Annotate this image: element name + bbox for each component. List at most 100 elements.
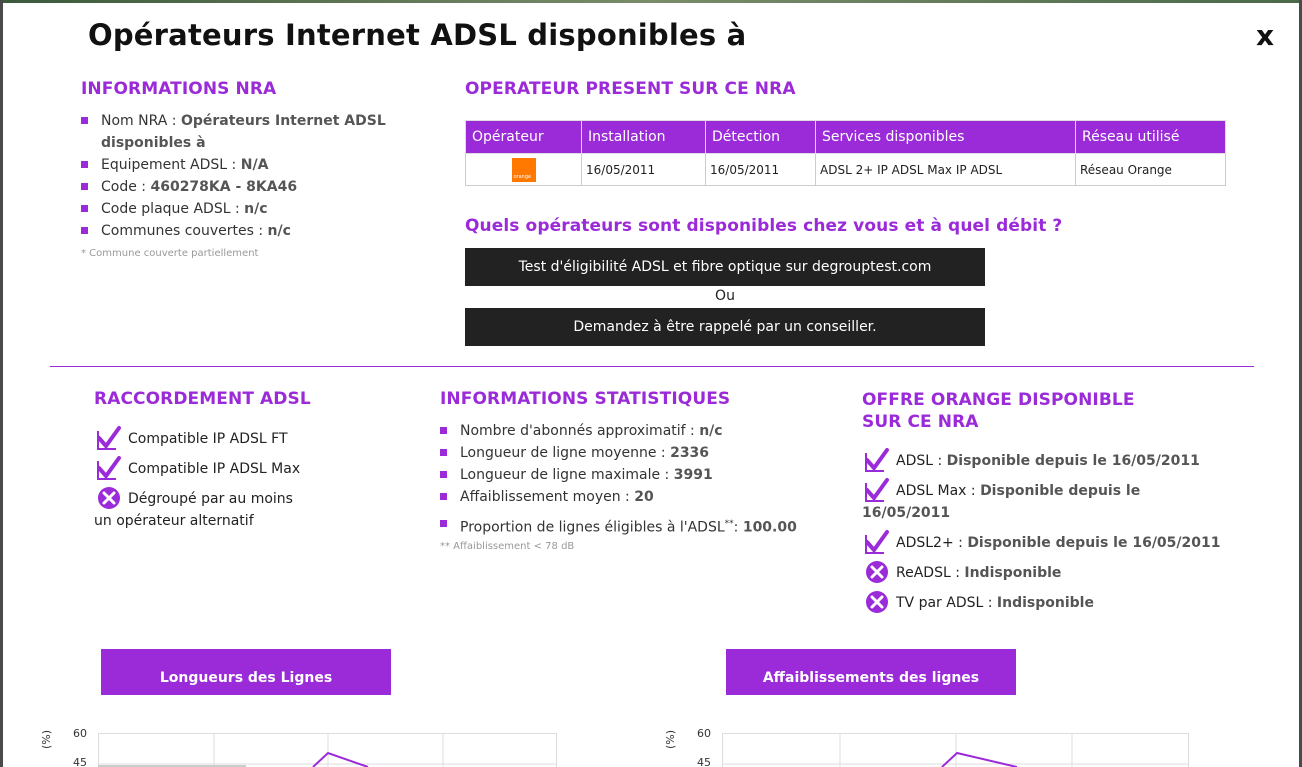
offre-label: TV par ADSL : bbox=[896, 595, 997, 611]
offre-list: ADSL : Disponible depuis le 16/05/2011 A… bbox=[862, 448, 1222, 622]
offre-label: ADSL2+ : bbox=[896, 535, 968, 551]
close-button[interactable]: x bbox=[1256, 20, 1274, 52]
nra-communes-label: Communes couvertes : bbox=[101, 223, 268, 239]
nra-name-label: Nom NRA : bbox=[101, 113, 181, 129]
offre-label: ADSL Max : bbox=[896, 483, 981, 499]
list-item: ADSL : Disponible depuis le 16/05/2011 bbox=[862, 448, 1222, 472]
cross-icon bbox=[866, 561, 888, 583]
longueurs-chart: (%) 60 45 bbox=[40, 725, 570, 767]
series-line bbox=[941, 751, 1018, 767]
nra-equipment-label: Equipement ADSL : bbox=[101, 157, 241, 173]
offre-label: ReADSL : bbox=[896, 565, 965, 581]
stats-proportion-row: Proportion de lignes éligibles à l'ADSL*… bbox=[440, 513, 820, 539]
stats-proportion-label: Proportion de lignes éligibles à l'ADSL bbox=[460, 519, 725, 536]
offre-value: Indisponible bbox=[996, 595, 1094, 611]
col-operateur: Opérateur bbox=[465, 120, 582, 154]
nra-code-value: 460278KA - 8KA46 bbox=[150, 179, 298, 195]
longueurs-chart-plot bbox=[98, 733, 557, 767]
list-item: ADSL2+ : Disponible depuis le 16/05/2011 bbox=[862, 530, 1222, 554]
col-installation: Installation bbox=[581, 120, 706, 154]
cross-icon bbox=[98, 487, 120, 509]
section-divider bbox=[50, 366, 1254, 367]
check-icon bbox=[97, 426, 121, 450]
stats-proportion-sup: ** bbox=[724, 519, 734, 529]
stats-maximale-label: Longueur de ligne maximale : bbox=[460, 467, 674, 483]
operator-table: Opérateur Installation Détection Service… bbox=[465, 120, 1226, 186]
affaiblissements-chart-plot bbox=[722, 733, 1189, 767]
list-item: Compatible IP ADSL Max bbox=[94, 456, 394, 480]
list-item: Dégroupé par au moins bbox=[94, 487, 394, 510]
raccordement-list: Compatible IP ADSL FT Compatible IP ADSL… bbox=[94, 426, 394, 532]
nra-code-row: Code : 460278KA - 8KA46 bbox=[81, 176, 401, 198]
list-item: ReADSL : Indisponible bbox=[862, 561, 1222, 584]
stats-affaib-value: 20 bbox=[634, 489, 654, 505]
stats-abonnes-label: Nombre d'abonnés approximatif : bbox=[460, 423, 700, 439]
nra-equipment-row: Equipement ADSL : N/A bbox=[81, 154, 401, 176]
affaiblissements-chart: (%) 60 45 bbox=[664, 725, 1194, 767]
nra-heading: INFORMATIONS NRA bbox=[81, 79, 277, 99]
list-item: TV par ADSL : Indisponible bbox=[862, 591, 1222, 614]
check-icon bbox=[865, 448, 889, 472]
y-tick-label: 45 bbox=[697, 756, 711, 767]
check-icon bbox=[97, 456, 121, 480]
col-detection: Détection bbox=[705, 120, 816, 154]
offre-heading-line2: SUR CE NRA bbox=[862, 412, 979, 432]
stats-moyenne-label: Longueur de ligne moyenne : bbox=[460, 445, 671, 461]
stats-footnote: ** Affaiblissement < 78 dB bbox=[440, 541, 575, 552]
callback-button[interactable]: Demandez à être rappelé par un conseille… bbox=[465, 308, 985, 346]
question-heading: Quels opérateurs sont disponibles chez v… bbox=[465, 216, 1063, 236]
raccordement-heading: RACCORDEMENT ADSL bbox=[94, 389, 311, 409]
stats-maximale-value: 3991 bbox=[673, 467, 713, 483]
nra-footnote: * Commune couverte partiellement bbox=[81, 248, 259, 259]
y-tick-label: 45 bbox=[73, 756, 87, 767]
raccordement-item-text: Compatible IP ADSL Max bbox=[128, 461, 301, 477]
orange-logo: orange bbox=[511, 157, 536, 182]
offre-heading-line1: OFFRE ORANGE DISPONIBLE bbox=[862, 390, 1135, 410]
operator-table-header: Opérateur Installation Détection Service… bbox=[465, 120, 1226, 154]
list-item: Compatible IP ADSL FT bbox=[94, 426, 394, 450]
offre-value: Disponible depuis le 16/05/2011 bbox=[946, 453, 1200, 469]
stats-abonnes-value: n/c bbox=[699, 423, 723, 439]
y-tick-label: 60 bbox=[73, 727, 87, 740]
offre-value: Disponible depuis le 16/05/2011 bbox=[967, 535, 1221, 551]
operator-heading: OPERATEUR PRESENT SUR CE NRA bbox=[465, 79, 796, 99]
series-line bbox=[312, 751, 369, 767]
nra-plaque-value: n/c bbox=[244, 201, 268, 217]
tab-affaiblissements-lignes[interactable]: Affaiblissements des lignes bbox=[726, 649, 1016, 695]
raccordement-item-text-line2: un opérateur alternatif bbox=[94, 513, 254, 529]
stats-moyenne-value: 2336 bbox=[670, 445, 710, 461]
nra-communes-row: Communes couvertes : n/c bbox=[81, 220, 401, 242]
stats-abonnes-row: Nombre d'abonnés approximatif : n/c bbox=[440, 420, 820, 442]
check-icon bbox=[865, 478, 889, 502]
stats-heading: INFORMATIONS STATISTIQUES bbox=[440, 389, 731, 409]
stats-proportion-value: 100.00 bbox=[742, 519, 797, 536]
col-services: Services disponibles bbox=[815, 120, 1076, 154]
stats-list: Nombre d'abonnés approximatif : n/c Long… bbox=[440, 420, 820, 539]
y-axis-unit: (%) bbox=[40, 729, 53, 749]
raccordement-item-text: Dégroupé par au moins bbox=[128, 491, 293, 507]
backdrop-left bbox=[0, 0, 3, 767]
stats-affaib-label: Affaiblissement moyen : bbox=[460, 489, 635, 505]
check-icon bbox=[865, 530, 889, 554]
cross-icon bbox=[866, 591, 888, 613]
nra-communes-value: n/c bbox=[267, 223, 291, 239]
eligibility-test-button[interactable]: Test d'éligibilité ADSL et fibre optique… bbox=[465, 248, 985, 286]
nra-code-label: Code : bbox=[101, 179, 151, 195]
orange-logo-text: orange bbox=[513, 173, 532, 180]
services-cell: ADSL 2+ IP ADSL Max IP ADSL bbox=[815, 153, 1076, 186]
stats-moyenne-row: Longueur de ligne moyenne : 2336 bbox=[440, 442, 820, 464]
stats-maximale-row: Longueur de ligne maximale : 3991 bbox=[440, 464, 820, 486]
detection-cell: 16/05/2011 bbox=[705, 153, 816, 186]
nra-name-row: Nom NRA : Opérateurs Internet ADSL dispo… bbox=[81, 110, 401, 154]
tab-longueurs-lignes[interactable]: Longueurs des Lignes bbox=[101, 649, 391, 695]
operator-logo-cell: orange bbox=[465, 153, 582, 186]
or-label: Ou bbox=[715, 288, 735, 304]
list-item: ADSL Max : Disponible depuis le bbox=[862, 478, 1222, 502]
offre-heading: OFFRE ORANGE DISPONIBLE SUR CE NRA bbox=[862, 389, 1135, 433]
offre-value-line2: 16/05/2011 bbox=[862, 505, 951, 521]
offre-value: Indisponible bbox=[964, 565, 1062, 581]
nra-equipment-value: N/A bbox=[240, 157, 269, 173]
nra-plaque-row: Code plaque ADSL : n/c bbox=[81, 198, 401, 220]
nra-info-list: Nom NRA : Opérateurs Internet ADSL dispo… bbox=[81, 110, 401, 242]
y-axis-unit: (%) bbox=[664, 729, 677, 749]
